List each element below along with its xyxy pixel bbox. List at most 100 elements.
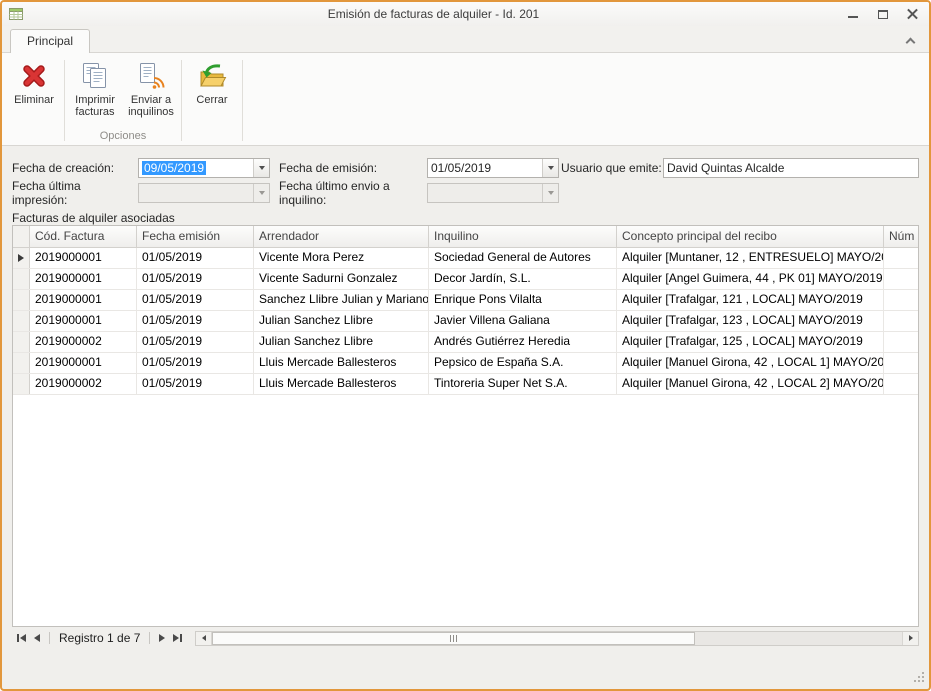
cell[interactable]	[884, 311, 918, 331]
close-button[interactable]	[903, 6, 923, 22]
maximize-button[interactable]	[873, 6, 893, 22]
cerrar-button[interactable]: Cerrar	[184, 56, 240, 106]
cell[interactable]: Alquiler [Manuel Girona, 42 , LOCAL 2] M…	[617, 374, 884, 394]
red-x-icon	[20, 61, 48, 91]
column-header[interactable]: Núm	[884, 226, 918, 247]
cell[interactable]: 2019000001	[30, 269, 137, 289]
minimize-button[interactable]	[843, 6, 863, 22]
cell[interactable]: Vicente Sadurni Gonzalez	[254, 269, 429, 289]
cell[interactable]: Andrés Gutiérrez Heredia	[429, 332, 617, 352]
imprimir-facturas-button[interactable]: Imprimir facturas	[67, 56, 123, 118]
table-row[interactable]: 201900000101/05/2019Sanchez Llibre Julia…	[13, 290, 918, 311]
tab-principal[interactable]: Principal	[10, 29, 90, 53]
table-row[interactable]: 201900000101/05/2019Vicente Sadurni Gonz…	[13, 269, 918, 290]
cell[interactable]	[884, 332, 918, 352]
row-indicator[interactable]	[13, 269, 30, 289]
cell[interactable]: Julian Sanchez Llibre	[254, 311, 429, 331]
cell[interactable]: Lluis Mercade Ballesteros	[254, 353, 429, 373]
cell[interactable]: 2019000001	[30, 353, 137, 373]
usuario-emite-label: Usuario que emite:	[559, 161, 663, 175]
scrollbar-thumb[interactable]	[212, 632, 695, 645]
cell[interactable]: Sanchez Llibre Julian y Mariano C...	[254, 290, 429, 310]
cell[interactable]	[884, 290, 918, 310]
fecha-ultimo-envio-combo[interactable]	[427, 183, 559, 203]
usuario-emite-field[interactable]: David Quintas Alcalde	[663, 158, 919, 178]
cell[interactable]: 2019000001	[30, 290, 137, 310]
collapse-ribbon-button[interactable]	[903, 34, 917, 48]
fecha-emision-combo[interactable]: 01/05/2019	[427, 158, 559, 178]
row-indicator[interactable]	[13, 353, 30, 373]
table-row[interactable]: 201900000201/05/2019Lluis Mercade Balles…	[13, 374, 918, 395]
column-header[interactable]: Fecha emisión	[137, 226, 254, 247]
fecha-creacion-combo[interactable]: 09/05/2019	[138, 158, 270, 178]
cell[interactable]: 01/05/2019	[137, 353, 254, 373]
cell[interactable]: 01/05/2019	[137, 374, 254, 394]
cell[interactable]: 01/05/2019	[137, 311, 254, 331]
cell[interactable]: Pepsico de España S.A.	[429, 353, 617, 373]
row-indicator[interactable]	[13, 290, 30, 310]
table-row[interactable]: 201900000101/05/2019Lluis Mercade Balles…	[13, 353, 918, 374]
row-indicator[interactable]	[13, 332, 30, 352]
right-triangle-icon	[909, 635, 913, 641]
cell[interactable]	[884, 248, 918, 268]
cell[interactable]: 2019000002	[30, 374, 137, 394]
current-row-indicator[interactable]	[13, 248, 30, 268]
cell[interactable]: Alquiler [Manuel Girona, 42 , LOCAL 1] M…	[617, 353, 884, 373]
fecha-ultima-impresion-dropdown-button[interactable]	[253, 184, 269, 202]
cell[interactable]: 01/05/2019	[137, 269, 254, 289]
cell[interactable]: Alquiler [Muntaner, 12 , ENTRESUELO] MAY…	[617, 248, 884, 268]
status-area	[2, 647, 929, 689]
cell[interactable]: Alquiler [Angel Guimera, 44 , PK 01] MAY…	[617, 269, 884, 289]
fecha-ultimo-envio-dropdown-button[interactable]	[542, 184, 558, 202]
cell[interactable]: 01/05/2019	[137, 332, 254, 352]
column-header[interactable]: Arrendador	[254, 226, 429, 247]
enviar-inquilinos-button[interactable]: Enviar a inquilinos	[123, 56, 179, 118]
fecha-creacion-dropdown-button[interactable]	[253, 159, 269, 177]
cell[interactable]	[884, 353, 918, 373]
cell[interactable]: Lluis Mercade Ballesteros	[254, 374, 429, 394]
left-triangle-icon	[20, 634, 26, 642]
cell[interactable]: Enrique Pons Vilalta	[429, 290, 617, 310]
cell[interactable]	[884, 374, 918, 394]
scroll-right-button[interactable]	[902, 632, 918, 645]
cell[interactable]: Julian Sanchez Llibre	[254, 332, 429, 352]
column-header[interactable]: Inquilino	[429, 226, 617, 247]
cell[interactable]: Vicente Mora Perez	[254, 248, 429, 268]
fecha-emision-dropdown-button[interactable]	[542, 159, 558, 177]
cell[interactable]: 2019000001	[30, 311, 137, 331]
table-row[interactable]: 201900000101/05/2019Julian Sanchez Llibr…	[13, 311, 918, 332]
chevron-down-icon	[548, 191, 554, 195]
next-record-button[interactable]	[155, 630, 169, 646]
column-header[interactable]: Cód. Factura	[30, 226, 137, 247]
cell[interactable]: 2019000002	[30, 332, 137, 352]
cell[interactable]: Sociedad General de Autores	[429, 248, 617, 268]
table-row[interactable]: 201900000201/05/2019Julian Sanchez Llibr…	[13, 332, 918, 353]
resize-grip[interactable]	[913, 671, 926, 687]
minimize-icon	[848, 16, 858, 18]
cell[interactable]	[884, 269, 918, 289]
cell[interactable]: Javier Villena Galiana	[429, 311, 617, 331]
cell[interactable]: 01/05/2019	[137, 248, 254, 268]
cell[interactable]: 2019000001	[30, 248, 137, 268]
thumb-grip-icon	[450, 635, 451, 642]
cell[interactable]: Alquiler [Trafalgar, 125 , LOCAL] MAYO/2…	[617, 332, 884, 352]
eliminar-button[interactable]: Eliminar	[6, 56, 62, 106]
cell[interactable]: Decor Jardín, S.L.	[429, 269, 617, 289]
last-record-button[interactable]	[169, 630, 187, 646]
cell[interactable]: Alquiler [Trafalgar, 123 , LOCAL] MAYO/2…	[617, 311, 884, 331]
scroll-left-button[interactable]	[196, 632, 212, 645]
scrollbar-track[interactable]	[212, 632, 902, 645]
first-record-button[interactable]	[12, 630, 30, 646]
previous-record-button[interactable]	[30, 630, 44, 646]
row-indicator[interactable]	[13, 311, 30, 331]
table-row[interactable]: 201900000101/05/2019Vicente Mora PerezSo…	[13, 248, 918, 269]
cell[interactable]: Alquiler [Trafalgar, 121 , LOCAL] MAYO/2…	[617, 290, 884, 310]
column-header[interactable]: Concepto principal del recibo	[617, 226, 884, 247]
cell[interactable]: Tintoreria Super Net S.A.	[429, 374, 617, 394]
fecha-ultima-impresion-combo[interactable]	[138, 183, 270, 203]
cell[interactable]: 01/05/2019	[137, 290, 254, 310]
imprimir-facturas-label: Imprimir facturas	[67, 94, 123, 118]
row-indicator[interactable]	[13, 374, 30, 394]
horizontal-scrollbar[interactable]	[195, 631, 919, 646]
last-record-icon	[180, 634, 182, 642]
